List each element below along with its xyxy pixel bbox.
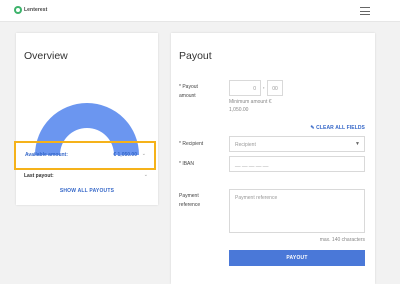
available-amount-label: Available amount: — [25, 152, 68, 158]
payment-reference-label: Payment reference — [179, 193, 201, 208]
pencil-icon: ✎ — [310, 125, 315, 131]
recipient-label: * Recipient — [179, 141, 204, 147]
payout-button[interactable]: PAYOUT — [229, 250, 365, 266]
recipient-select[interactable]: Recipient ▼ — [229, 136, 365, 152]
payout-amount-label: * Payout amount — [179, 84, 198, 99]
iban-label: * IBAN — [179, 161, 195, 167]
hamburger-menu-icon[interactable] — [360, 7, 370, 15]
available-amount-value: € 1,050.00 — [113, 152, 137, 158]
payout-card: Payout * Payout amount 0 , 00 Minimum am… — [171, 33, 375, 284]
overview-title: Overview — [24, 50, 68, 62]
recipient-placeholder: Recipient — [235, 142, 256, 148]
minimum-amount-hint: Minimum amount € 1,050.00 — [229, 99, 272, 113]
payout-title: Payout — [179, 50, 212, 62]
clear-all-fields-link[interactable]: ✎ CLEAR ALL FIELDS — [310, 125, 365, 131]
overview-card: Overview Last payout: ⌄ SHOW ALL PAYOUTS — [16, 33, 158, 205]
decimal-separator: , — [263, 84, 265, 90]
available-amount-row[interactable]: Available amount: € 1,050.00 ⌄ — [14, 141, 156, 170]
chevron-down-icon[interactable]: ⌄ — [142, 151, 146, 157]
top-bar: Lenterest — [0, 0, 400, 22]
brand-logo[interactable]: Lenterest — [14, 6, 47, 14]
chevron-down-icon[interactable]: ⌄ — [144, 172, 148, 178]
brand-name: Lenterest — [24, 7, 48, 13]
max-characters-hint: max. 140 characters — [319, 237, 365, 243]
show-all-payouts-link[interactable]: SHOW ALL PAYOUTS — [16, 188, 158, 194]
amount-cents-input[interactable]: 00 — [267, 80, 283, 96]
iban-input[interactable]: __ __ __ __ __ — [229, 156, 365, 172]
logo-mark-icon — [14, 6, 22, 14]
last-payout-label: Last payout: — [24, 173, 54, 179]
clear-all-fields-label: CLEAR ALL FIELDS — [316, 125, 365, 131]
amount-integer-input[interactable]: 0 — [229, 80, 261, 96]
payment-reference-textarea[interactable]: Payment reference — [229, 189, 365, 233]
dropdown-arrow-icon: ▼ — [355, 141, 360, 147]
